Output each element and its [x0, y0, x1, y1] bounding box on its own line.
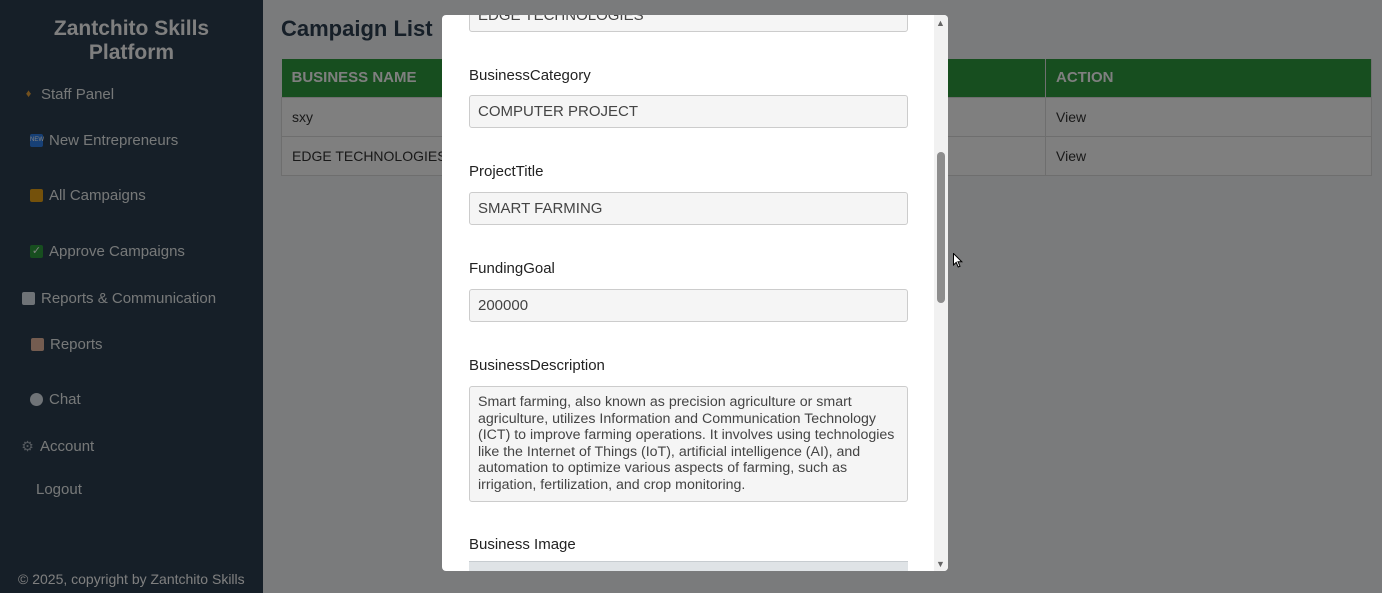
modal-scroll-area[interactable]: EDGE TECHNOLOGIES BusinessCategory COMPU… [442, 15, 934, 571]
scrollbar-thumb[interactable] [937, 152, 945, 303]
scroll-up-arrow-icon[interactable]: ▲ [936, 18, 945, 28]
business-category-field[interactable]: COMPUTER PROJECT [469, 95, 908, 128]
project-title-label: ProjectTitle [469, 163, 544, 180]
scroll-down-arrow-icon[interactable]: ▼ [936, 559, 945, 569]
project-title-field[interactable]: SMART FARMING [469, 192, 908, 225]
business-description-label: BusinessDescription [469, 357, 605, 374]
mouse-cursor-icon [953, 253, 963, 268]
business-image [469, 561, 908, 571]
campaign-detail-modal: EDGE TECHNOLOGIES BusinessCategory COMPU… [442, 15, 948, 571]
business-category-label: BusinessCategory [469, 67, 591, 84]
funding-goal-label: FundingGoal [469, 260, 555, 277]
business-description-field[interactable]: Smart farming, also known as precision a… [469, 386, 908, 502]
funding-goal-field[interactable]: 200000 [469, 289, 908, 322]
business-name-field[interactable]: EDGE TECHNOLOGIES [469, 15, 908, 32]
business-image-label: Business Image [469, 536, 576, 553]
